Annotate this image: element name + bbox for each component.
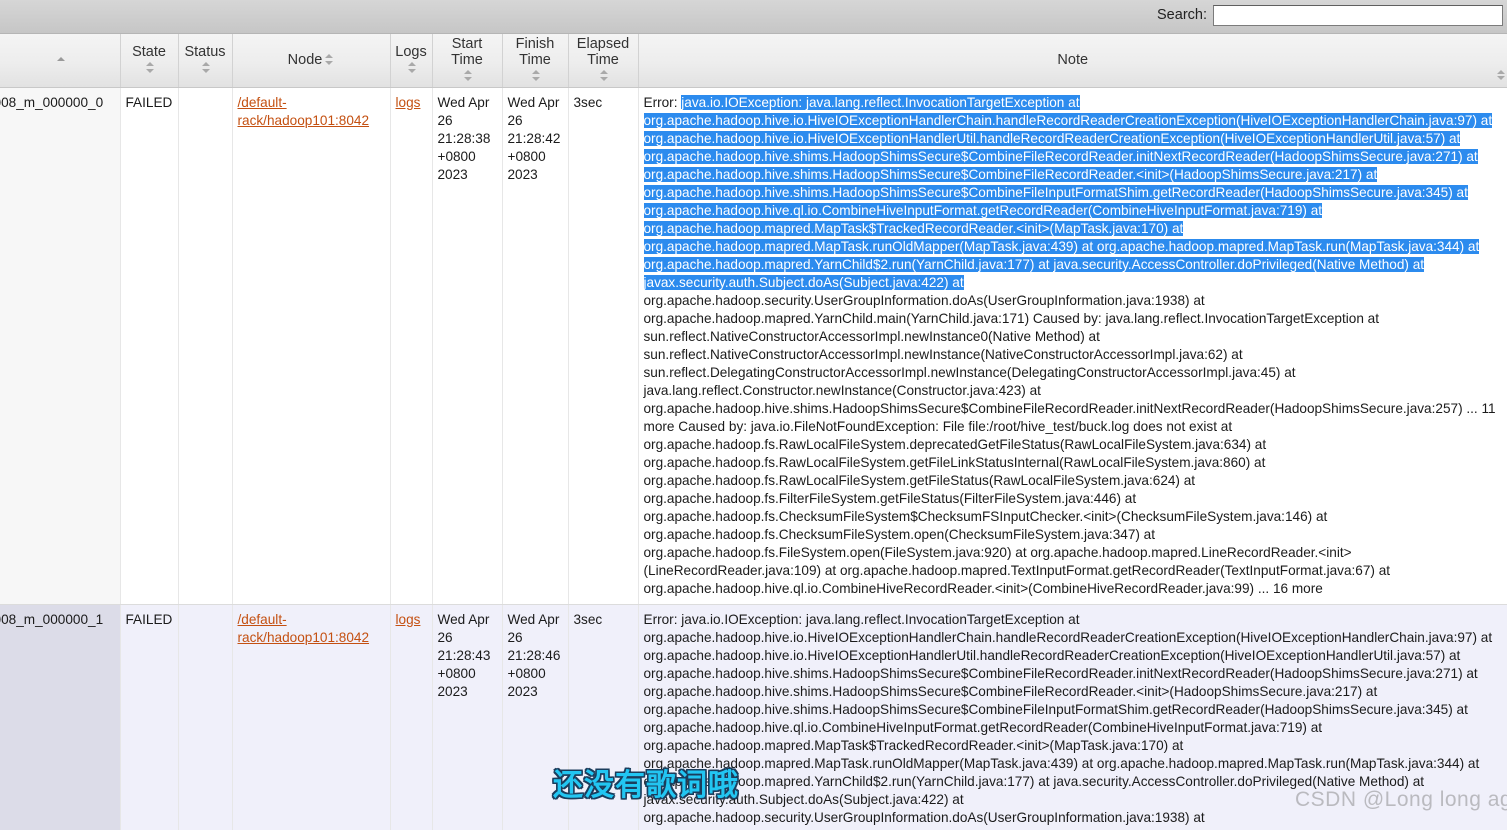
note-remaining-text: Error: java.io.IOException: java.lang.re… — [644, 612, 1493, 830]
column-header-finish-time[interactable]: Finish Time — [502, 34, 568, 87]
sort-toggle-icon[interactable] — [1497, 69, 1505, 81]
cell-logs: logs — [390, 604, 432, 830]
cell-attempt-id: 0008_m_000000_0 — [0, 87, 120, 604]
sort-toggle-icon[interactable] — [408, 61, 417, 74]
logs-link[interactable]: logs — [396, 612, 421, 627]
sort-toggle-icon[interactable] — [464, 69, 473, 82]
page-root: Search: — [0, 0, 1507, 830]
search-group: Search: — [1157, 5, 1503, 26]
search-label: Search: — [1157, 8, 1207, 23]
cell-attempt-id: 0008_m_000000_1 — [0, 604, 120, 830]
column-header-status[interactable]: Status — [178, 34, 232, 87]
node-link[interactable]: /default-rack/hadoop101:8042 — [238, 95, 370, 128]
table-header-row: State Status Node Logs St — [0, 34, 1507, 87]
note-remaining-text: org.apache.hadoop.security.UserGroupInfo… — [644, 293, 1496, 596]
column-header-note-label: Note — [1057, 52, 1088, 68]
cell-status — [178, 87, 232, 604]
cell-note[interactable]: Error: java.io.IOException: java.lang.re… — [638, 87, 1507, 604]
attempt-id-text: 0008_m_000000_1 — [0, 611, 103, 629]
column-header-state-label: State — [132, 44, 166, 60]
cell-node: /default-rack/hadoop101:8042 — [232, 87, 390, 604]
column-header-logs[interactable]: Logs — [390, 34, 432, 87]
attempt-id-text: 0008_m_000000_0 — [0, 94, 103, 112]
note-prefix: Error: — [644, 95, 682, 110]
cell-start-time: Wed Apr 26 21:28:43 +0800 2023 — [432, 604, 502, 830]
attempts-table: State Status Node Logs St — [0, 34, 1507, 830]
cell-finish-time: Wed Apr 26 21:28:42 +0800 2023 — [502, 87, 568, 604]
cell-finish-time: Wed Apr 26 21:28:46 +0800 2023 — [502, 604, 568, 830]
cell-start-time: Wed Apr 26 21:28:38 +0800 2023 — [432, 87, 502, 604]
column-header-logs-label: Logs — [395, 44, 426, 60]
cell-state: FAILED — [120, 604, 178, 830]
cell-elapsed-time: 3sec — [568, 87, 638, 604]
table-row[interactable]: 0008_m_000000_1 FAILED /default-rack/had… — [0, 604, 1507, 830]
cell-node: /default-rack/hadoop101:8042 — [232, 604, 390, 830]
column-header-start-time[interactable]: Start Time — [432, 34, 502, 87]
column-header-status-label: Status — [184, 44, 225, 60]
column-header-state[interactable]: State — [120, 34, 178, 87]
sort-toggle-icon[interactable] — [532, 69, 541, 82]
table-body: 0008_m_000000_0 FAILED /default-rack/had… — [0, 87, 1507, 830]
attempts-table-container[interactable]: State Status Node Logs St — [0, 34, 1507, 830]
column-header-elapsed-time[interactable]: Elapsed Time — [568, 34, 638, 87]
logs-link[interactable]: logs — [396, 95, 421, 110]
cell-logs: logs — [390, 87, 432, 604]
table-header: State Status Node Logs St — [0, 34, 1507, 87]
cell-note[interactable]: Error: java.io.IOException: java.lang.re… — [638, 604, 1507, 830]
note-selected-text: java.io.IOException: java.lang.reflect.I… — [644, 95, 1493, 290]
sort-toggle-icon[interactable] — [202, 61, 211, 74]
column-header-elapsed-time-label: Elapsed Time — [573, 36, 634, 68]
column-header-start-time-label: Start Time — [437, 36, 498, 68]
cell-status — [178, 604, 232, 830]
toolbar: Search: — [0, 0, 1507, 34]
node-link[interactable]: /default-rack/hadoop101:8042 — [238, 612, 370, 645]
column-header-node[interactable]: Node — [232, 34, 390, 87]
column-header-node-label: Node — [288, 52, 323, 68]
sort-toggle-icon[interactable] — [600, 69, 609, 82]
sort-toggle-icon[interactable] — [146, 61, 155, 74]
cell-state: FAILED — [120, 87, 178, 604]
table-row[interactable]: 0008_m_000000_0 FAILED /default-rack/had… — [0, 87, 1507, 604]
search-input[interactable] — [1213, 5, 1503, 26]
sort-ascending-icon[interactable] — [57, 53, 66, 66]
column-header-finish-time-label: Finish Time — [507, 36, 564, 68]
sort-toggle-icon[interactable] — [325, 53, 334, 66]
cell-elapsed-time: 3sec — [568, 604, 638, 830]
column-header-attempt[interactable] — [0, 34, 120, 87]
column-header-note[interactable]: Note — [638, 34, 1507, 87]
